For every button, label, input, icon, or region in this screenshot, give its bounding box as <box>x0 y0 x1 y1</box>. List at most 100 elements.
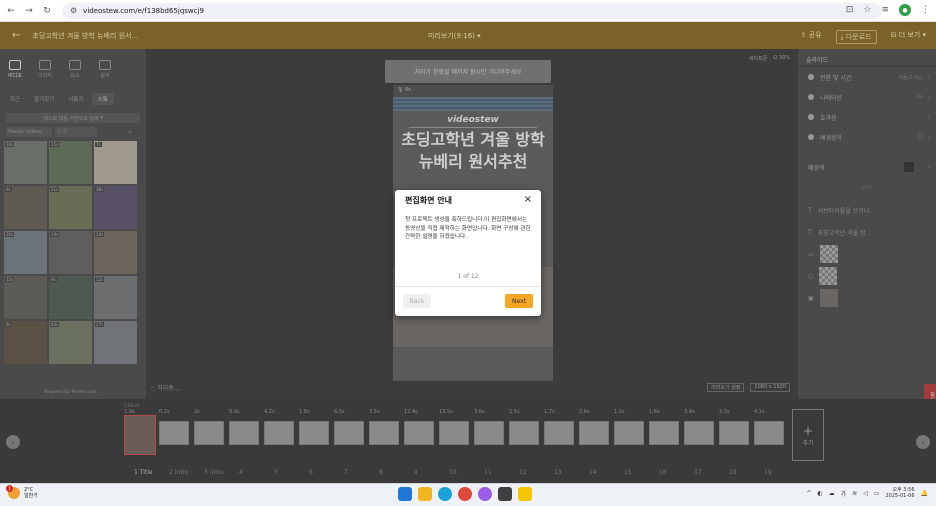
shape-layer[interactable]: ○ <box>798 265 936 287</box>
stock-search-input[interactable] <box>55 127 97 137</box>
search-icon[interactable]: ⌕ <box>128 128 132 137</box>
timeline-clip[interactable]: 3.4s 17 <box>684 409 716 476</box>
back-arrow-icon[interactable]: ← <box>12 30 20 41</box>
file-explorer-icon[interactable] <box>418 487 432 501</box>
bgcolor-swatch[interactable] <box>904 162 914 172</box>
timeline-clip[interactable]: 1.2s 15 <box>614 409 646 476</box>
menu-kebab-icon[interactable]: ⋮ <box>921 5 930 15</box>
mode-image[interactable]: 이미지 <box>30 49 60 89</box>
timeline-clip[interactable]: 4.1s 19 <box>754 409 786 476</box>
stock-thumb[interactable]: 27s <box>94 321 137 364</box>
mode-element[interactable]: 요소 <box>60 49 90 89</box>
timeline-clip[interactable]: 3.5s 8 <box>369 409 401 476</box>
timeline-clip[interactable]: 4.2s 5 <box>264 409 296 476</box>
timeline-clip[interactable]: 0.2s 2 intro <box>159 409 191 476</box>
back-button[interactable]: Back <box>403 294 431 308</box>
text-search-dropdown[interactable]: 텍스트 내용 기반으로 검색 ▾ <box>6 113 140 123</box>
cloud-icon[interactable]: ☁ <box>829 490 835 497</box>
reload-icon[interactable]: ↻ <box>40 4 54 18</box>
tab-favorites[interactable]: 즐겨찾기 <box>28 93 60 105</box>
zoom-control[interactable]: Q 30% <box>773 55 790 62</box>
notification-icon[interactable]: 🔔 <box>921 490 928 497</box>
timeline-clip[interactable]: 13.5s 10 <box>439 409 471 476</box>
bgcolor-row[interactable]: 배경색 › <box>798 157 936 177</box>
add-slide-button[interactable]: + 추가 <box>792 409 824 461</box>
timeline-clip[interactable]: 2.3s 18 <box>719 409 751 476</box>
headline-line1[interactable]: 초딩고학년 겨울 방학 <box>393 130 553 150</box>
timeline-prev-icon[interactable]: ‹ <box>6 435 20 449</box>
timeline-clip[interactable]: 12.4s 9 <box>404 409 436 476</box>
stock-thumb[interactable]: 21s <box>49 186 92 229</box>
tab-recent[interactable]: 최근 <box>4 93 26 105</box>
timeline-clip[interactable]: 1.8s 6 <box>299 409 331 476</box>
stock-thumb[interactable]: 14s <box>49 231 92 274</box>
timeline-clip[interactable]: 1.6s 16 <box>649 409 681 476</box>
install-icon[interactable]: ⊡ <box>846 5 854 15</box>
timeline-next-icon[interactable]: › <box>916 435 930 449</box>
mode-video[interactable]: 비디오 <box>0 49 30 89</box>
headline-line2[interactable]: 뉴베리 원서추천 <box>393 152 553 172</box>
stock-thumb[interactable]: 12s <box>94 276 137 319</box>
more-button[interactable]: ⊟ 더 보기 ▾ <box>891 30 926 44</box>
stock-thumb[interactable]: 7s <box>94 141 137 184</box>
safe-zone-toggle[interactable]: 세이프존 <box>749 55 767 62</box>
start-icon[interactable] <box>398 487 412 501</box>
project-title[interactable]: 초딩고학년 겨울 방학 뉴베리 원서... <box>32 31 138 41</box>
site-info-icon[interactable]: ⚙ <box>70 6 77 15</box>
bookmark-star-icon[interactable]: ☆ <box>863 5 871 15</box>
narration-row[interactable]: 나레이션 0s › <box>798 87 936 107</box>
background-layer[interactable]: ▣ <box>798 287 936 309</box>
kakaotalk-icon[interactable] <box>518 487 532 501</box>
tab-stock[interactable]: 스톡 <box>91 93 114 105</box>
chrome-icon[interactable] <box>458 487 472 501</box>
profile-avatar[interactable]: ● <box>899 4 911 16</box>
copilot-icon[interactable] <box>478 487 492 501</box>
pexels-credit[interactable]: Powered by Pexels.com <box>44 390 97 395</box>
timeline-clip[interactable]: 2.6s 14 <box>579 409 611 476</box>
wifi-icon[interactable]: ≋ <box>852 490 857 497</box>
forward-arrow-icon[interactable]: → <box>22 4 36 18</box>
stock-thumb[interactable]: 10s <box>4 141 47 184</box>
preview-ratio-selector[interactable]: 미리보기(9:16) ▾ <box>428 31 481 41</box>
stock-thumb[interactable]: 15s <box>49 141 92 184</box>
bgm-row[interactable]: 배경음악 0 › <box>798 127 936 147</box>
extensions-icon[interactable]: ≡ <box>881 5 889 15</box>
text-layer[interactable]: T 서브타이틀을 쓰거나.. <box>798 199 936 221</box>
stock-thumb[interactable]: 9s <box>4 321 47 364</box>
network-app-icon[interactable]: ◐ <box>817 490 822 497</box>
timeline-clip[interactable]: 2.5s 12 <box>509 409 541 476</box>
stock-thumb[interactable]: 9s <box>4 186 47 229</box>
back-arrow-icon[interactable]: ← <box>4 4 18 18</box>
share-button[interactable]: ⇪ 공유 <box>801 30 822 44</box>
ime-indicator[interactable]: 가 <box>841 489 847 498</box>
stock-thumb[interactable]: 12s <box>4 276 47 319</box>
timeline-clip[interactable]: 6.5s 7 <box>334 409 366 476</box>
close-icon[interactable]: × <box>524 194 532 205</box>
stock-thumb[interactable]: 64s <box>49 321 92 364</box>
address-bar[interactable]: ⚙ videostew.com/e/f138bd65jqswcj9 <box>62 2 882 19</box>
download-button[interactable]: ⤓ 다운로드 <box>835 30 877 44</box>
mode-music[interactable]: 음악 <box>90 49 120 89</box>
weather-widget[interactable]: 1 2°C 일반가 <box>6 485 38 499</box>
preview-settings-button[interactable]: 미리보기 설정 <box>707 383 745 392</box>
source-select[interactable]: Pexels Videos <box>6 127 52 137</box>
tab-uploads[interactable]: 서통지 <box>62 93 89 105</box>
resolution-button[interactable]: 1080 x 1920 <box>750 383 790 392</box>
volume-icon[interactable]: ◁ <box>863 490 868 497</box>
stock-thumb[interactable]: 30s <box>4 231 47 274</box>
store-icon[interactable] <box>498 487 512 501</box>
stock-thumb[interactable]: 9s <box>49 276 92 319</box>
text-layer[interactable]: T 초딩고학년 겨울 방.. <box>798 221 936 243</box>
stock-thumb[interactable]: 14s <box>94 231 137 274</box>
edge-icon[interactable] <box>438 487 452 501</box>
next-button[interactable]: Next <box>505 294 533 308</box>
timeline-clip[interactable]: 2s 3 intro <box>194 409 226 476</box>
battery-icon[interactable]: ▭ <box>874 490 880 497</box>
transition-row[interactable]: 전환 및 시간 자동(3.0s) › <box>798 67 936 87</box>
timeline-clip[interactable]: 1.7s 13 <box>544 409 576 476</box>
system-clock[interactable]: 오후 3:56 2025-01-06 <box>885 487 914 499</box>
timeline-clip[interactable]: 1.9s 1 Title <box>124 409 156 476</box>
image-layer[interactable]: ▭ <box>798 243 936 265</box>
sound-effect-row[interactable]: 효과음 › <box>798 107 936 127</box>
timeline-clip[interactable]: 3.6s 11 <box>474 409 506 476</box>
